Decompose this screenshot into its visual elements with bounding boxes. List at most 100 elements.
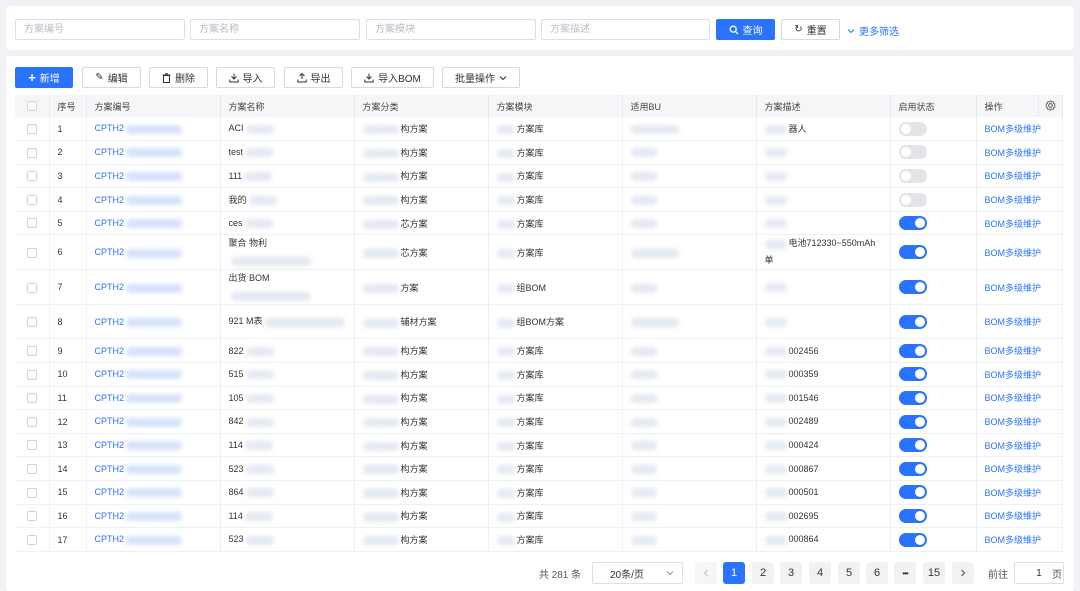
status-toggle[interactable] (898, 367, 927, 382)
row-code-link[interactable]: CPTH2 (95, 369, 125, 379)
table-row[interactable]: 1 CPTH2 ACI 构方案 方案库 器人 BOM多级维护 (15, 117, 1063, 142)
import-button[interactable]: 导入 (216, 67, 275, 88)
status-toggle[interactable] (898, 245, 927, 260)
row-code-link[interactable]: CPTH2 (95, 346, 125, 356)
bom-maintain-link[interactable]: BOM多级维护 (985, 283, 1042, 293)
table-row[interactable]: 6 CPTH2 聚合 物利 芯方案 方案库 电池712330~550mAh 单 BOM多级维… (15, 234, 1063, 271)
row-code-link[interactable]: CPTH2 (95, 511, 125, 521)
bom-maintain-link[interactable]: BOM多级维护 (985, 195, 1042, 205)
row-checkbox[interactable] (26, 194, 37, 205)
table-row[interactable]: 2 CPTH2 test 构方案 方案库 BOM多级维护 (15, 140, 1063, 165)
delete-button[interactable]: 删除 (149, 67, 208, 88)
page-button-3[interactable]: 3 (780, 562, 802, 584)
table-row[interactable]: 15 CPTH2 864 构方案 方案库 000501 BOM多级维护 (15, 480, 1063, 505)
module-filter-input[interactable]: 方案模块 (366, 19, 536, 40)
table-row[interactable]: 16 CPTH2 114 构方案 方案库 002695 BOM多级维护 (15, 504, 1063, 529)
row-code-link[interactable]: CPTH2 (95, 247, 125, 257)
table-row[interactable]: 8 CPTH2 921 M表 辅材方案 组BOM方案 BOM多级维护 (15, 304, 1063, 340)
row-checkbox[interactable] (26, 282, 37, 293)
table-row[interactable]: 7 CPTH2 出货 BOM 方案 组BOM BOM多级维护 (15, 269, 1063, 306)
bom-maintain-link[interactable]: BOM多级维护 (985, 248, 1042, 258)
status-toggle[interactable] (898, 461, 927, 476)
bom-maintain-link[interactable]: BOM多级维护 (985, 488, 1042, 498)
row-checkbox[interactable] (26, 317, 37, 328)
bom-maintain-link[interactable]: BOM多级维护 (985, 417, 1042, 427)
table-row[interactable]: 9 CPTH2 822 构方案 方案库 002456 BOM多级维护 (15, 338, 1063, 364)
bom-maintain-link[interactable]: BOM多级维护 (985, 148, 1042, 158)
table-row[interactable]: 17 CPTH2 523 构方案 方案库 000864 BOM多级维护 (15, 527, 1063, 552)
bom-maintain-link[interactable]: BOM多级维护 (985, 124, 1042, 134)
row-checkbox[interactable] (26, 534, 37, 545)
row-checkbox[interactable] (26, 416, 37, 427)
bom-maintain-link[interactable]: BOM多级维护 (985, 464, 1042, 474)
page-button-5[interactable]: 5 (838, 562, 860, 584)
bom-maintain-link[interactable]: BOM多级维护 (985, 535, 1042, 545)
status-toggle[interactable] (898, 145, 927, 160)
row-code-link[interactable]: CPTH2 (95, 282, 125, 292)
row-code-link[interactable]: CPTH2 (95, 317, 125, 327)
bom-maintain-link[interactable]: BOM多级维护 (985, 441, 1042, 451)
code-filter-input[interactable]: 方案编号 (15, 19, 185, 40)
prev-page-button[interactable] (695, 562, 717, 584)
status-toggle[interactable] (898, 438, 927, 453)
bom-maintain-link[interactable]: BOM多级维护 (985, 171, 1042, 181)
row-code-link[interactable]: CPTH2 (95, 464, 125, 474)
status-toggle[interactable] (898, 390, 927, 405)
table-row[interactable]: 11 CPTH2 105 构方案 方案库 001546 BOM多级维护 (15, 386, 1063, 411)
settings-icon[interactable] (1044, 99, 1056, 111)
reset-button[interactable]: ↻ 重置 (781, 19, 840, 40)
row-code-link[interactable]: CPTH2 (95, 123, 125, 133)
bom-maintain-link[interactable]: BOM多级维护 (985, 346, 1042, 356)
more-filters-link[interactable]: 更多筛选 (847, 23, 899, 38)
table-row[interactable]: 4 CPTH2 我的 构方案 方案库 BOM多级维护 (15, 187, 1063, 212)
page-button-4[interactable]: 4 (809, 562, 831, 584)
bom-maintain-link[interactable]: BOM多级维护 (985, 219, 1042, 229)
row-code-link[interactable]: CPTH2 (95, 534, 125, 544)
row-code-link[interactable]: CPTH2 (95, 393, 125, 403)
page-button-6[interactable]: 6 (866, 562, 888, 584)
row-checkbox[interactable] (26, 511, 37, 522)
name-filter-input[interactable]: 方案名称 (190, 19, 360, 40)
query-button[interactable]: 查询 (716, 19, 775, 40)
row-code-link[interactable]: CPTH2 (95, 218, 125, 228)
status-toggle[interactable] (898, 168, 927, 183)
row-checkbox[interactable] (26, 464, 37, 475)
bom-maintain-link[interactable]: BOM多级维护 (985, 370, 1042, 380)
status-toggle[interactable] (898, 508, 927, 523)
row-checkbox[interactable] (26, 147, 37, 158)
page-ellipsis[interactable]: ••• (894, 562, 916, 584)
row-code-link[interactable]: CPTH2 (95, 416, 125, 426)
row-checkbox[interactable] (26, 369, 37, 380)
bom-maintain-link[interactable]: BOM多级维护 (985, 511, 1042, 521)
page-button-15[interactable]: 15 (923, 562, 945, 584)
bom-maintain-link[interactable]: BOM多级维护 (985, 393, 1042, 403)
status-toggle[interactable] (898, 532, 927, 547)
page-button-2[interactable]: 2 (752, 562, 774, 584)
status-toggle[interactable] (898, 485, 927, 500)
row-code-link[interactable]: CPTH2 (95, 440, 125, 450)
status-toggle[interactable] (898, 414, 927, 429)
new-button[interactable]: + 新增 (15, 67, 73, 88)
row-checkbox[interactable] (26, 346, 37, 357)
row-code-link[interactable]: CPTH2 (95, 195, 125, 205)
row-checkbox[interactable] (26, 123, 37, 134)
table-row[interactable]: 10 CPTH2 515 构方案 方案库 000359 BOM多级维护 (15, 362, 1063, 387)
table-row[interactable]: 3 CPTH2 111 构方案 方案库 BOM多级维护 (15, 164, 1063, 189)
export-button[interactable]: 导出 (284, 67, 343, 88)
table-row[interactable]: 14 CPTH2 523 构方案 方案库 000867 BOM多级维护 (15, 456, 1063, 482)
row-code-link[interactable]: CPTH2 (95, 171, 125, 181)
status-toggle[interactable] (898, 192, 927, 207)
bom-maintain-link[interactable]: BOM多级维护 (985, 317, 1042, 327)
select-all-checkbox[interactable] (26, 101, 37, 112)
page-button-1[interactable]: 1 (723, 562, 745, 584)
import-bom-button[interactable]: 导入BOM (351, 67, 434, 88)
next-page-button[interactable] (952, 562, 974, 584)
row-checkbox[interactable] (26, 247, 37, 258)
row-code-link[interactable]: CPTH2 (95, 487, 125, 497)
table-row[interactable]: 12 CPTH2 842 构方案 方案库 002489 BOM多级维护 (15, 409, 1063, 434)
status-toggle[interactable] (898, 343, 927, 358)
row-checkbox[interactable] (26, 218, 37, 229)
page-size-select[interactable]: 20条/页 (592, 562, 683, 584)
status-toggle[interactable] (898, 121, 927, 136)
row-checkbox[interactable] (26, 487, 37, 498)
